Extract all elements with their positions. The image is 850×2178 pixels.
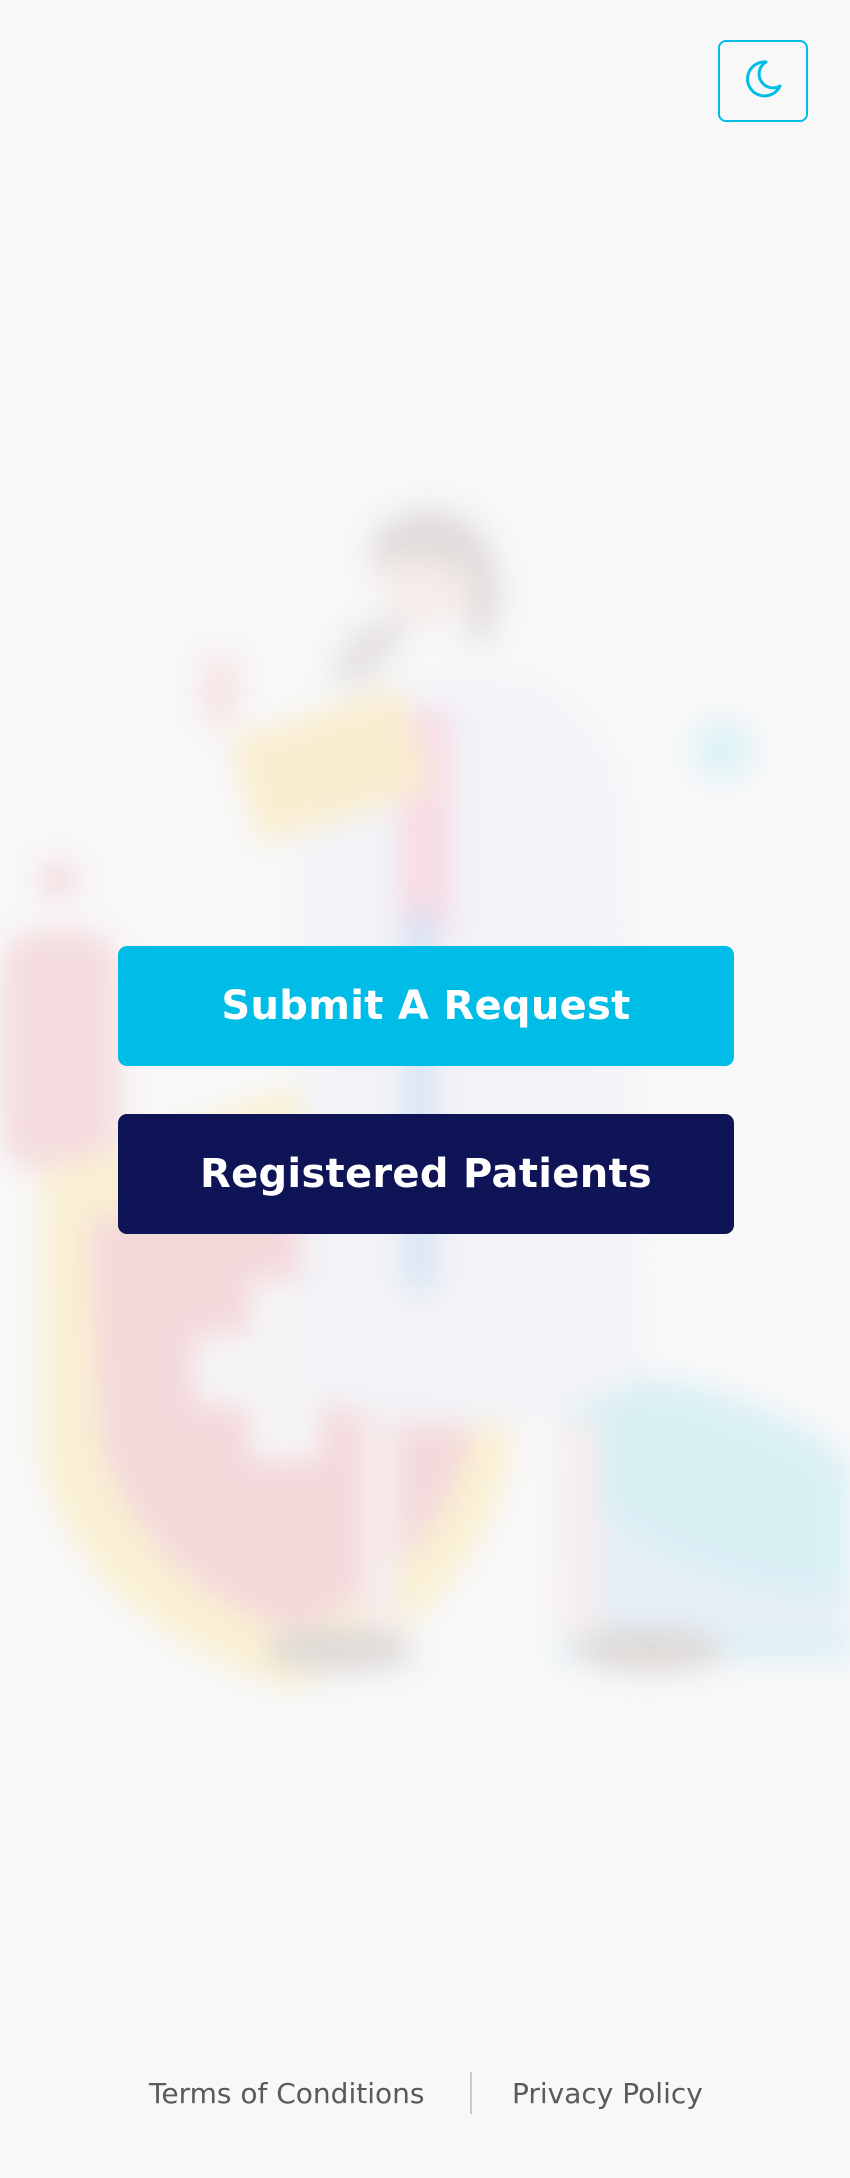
doctor-hand	[198, 650, 242, 730]
registered-patients-button[interactable]: Registered Patients	[118, 1114, 734, 1234]
doctor-shoe-left	[265, 1628, 415, 1672]
doctor-illustration	[0, 508, 850, 1690]
background-red-dot	[38, 860, 78, 900]
doctor-leg-right	[560, 1420, 600, 1640]
moon-icon	[740, 56, 786, 106]
background-red-block	[0, 930, 120, 1170]
doctor-leg-left	[360, 1420, 400, 1640]
theme-toggle-button[interactable]	[718, 40, 808, 122]
privacy-link[interactable]: Privacy Policy	[512, 2070, 703, 2118]
footer: Terms of Conditions Privacy Policy	[0, 2070, 850, 2118]
doctor-shoe-right	[575, 1628, 725, 1672]
background-teal-flower	[692, 720, 752, 780]
doctor-hair-tail	[330, 617, 410, 683]
terms-link[interactable]: Terms of Conditions	[149, 2070, 424, 2118]
footer-divider	[470, 2072, 472, 2114]
submit-request-button[interactable]: Submit A Request	[118, 946, 734, 1066]
